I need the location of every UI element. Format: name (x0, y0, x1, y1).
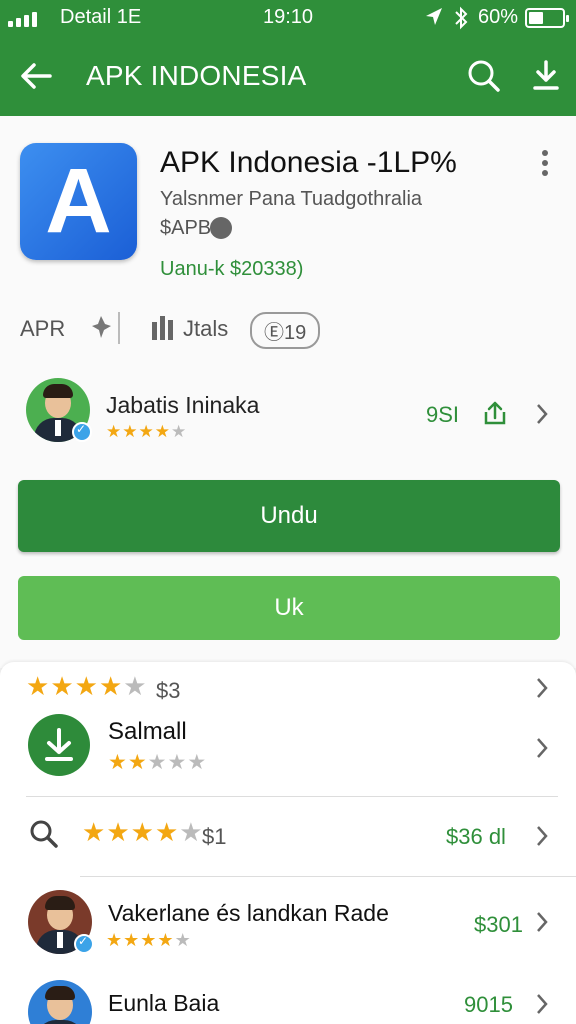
developer-row[interactable]: Jabatis Ininaka ★★★★★ 9SI (0, 370, 576, 450)
signal-icon (8, 12, 37, 27)
back-arrow-icon[interactable] (14, 54, 58, 98)
developer-row-name: Jabatis Ininaka (106, 392, 260, 418)
star-filled-icon: ★ (130, 818, 155, 848)
list-item[interactable]: Eunla Baia 9015 (0, 976, 576, 1024)
star-empty-icon: ★ (174, 930, 192, 951)
list-item-value: 9015 (464, 992, 513, 1017)
star-empty-icon: ★ (179, 818, 204, 848)
rating-stars: ★★★★★ (106, 422, 187, 442)
star-empty-icon: ★ (123, 672, 148, 702)
star-filled-icon: ★ (154, 818, 180, 848)
avatar (28, 980, 92, 1024)
rating-stars: ★★★★★ (108, 750, 207, 774)
star-filled-icon: ★ (26, 672, 51, 702)
carrier-label: Detail 1E (60, 6, 142, 28)
rating-price: $3 (156, 678, 181, 703)
star-empty-icon: ★ (167, 750, 188, 774)
search-icon[interactable] (462, 54, 506, 98)
details-sheet: ★★★★★ $3 Salmall ★★★★★ ★★★★★ $1 $36 dl V… (0, 662, 576, 1024)
verified-badge-icon (74, 934, 94, 954)
clock: 19:10 (263, 6, 314, 28)
star-filled-icon: ★ (122, 422, 139, 442)
chevron-right-icon[interactable] (534, 824, 550, 848)
star-filled-icon: ★ (106, 422, 123, 442)
star-filled-icon: ★ (98, 672, 124, 702)
stats-label: Jtals (183, 316, 229, 341)
small-row-title: Salmall (108, 718, 187, 745)
chevron-right-icon[interactable] (534, 402, 550, 426)
location-arrow-icon (426, 8, 442, 25)
search-row-value: $36 dl (446, 824, 506, 849)
battery-icon (525, 8, 569, 28)
star-filled-icon: ★ (74, 672, 99, 702)
search-icon (30, 820, 58, 848)
globe-icon (210, 217, 232, 239)
list-item-name: Eunla Baia (108, 990, 220, 1016)
star-empty-icon: ★ (147, 750, 168, 774)
meta-badge: Ⓔ19 (250, 312, 321, 349)
chevron-right-icon[interactable] (534, 676, 550, 700)
rating-row[interactable]: ★★★★★ $3 (0, 662, 576, 714)
list-item-value: $301 (474, 912, 523, 937)
star-empty-icon: ★ (171, 422, 188, 442)
divider (26, 796, 558, 797)
star-filled-icon: ★ (154, 422, 171, 442)
app-bar: Detail 1E 19:10 60% APK INDONESIA (0, 0, 576, 116)
developer-name[interactable]: Yalsnmer Pana Tuadgothralia (160, 188, 422, 211)
rating-stars: ★★★★★ (26, 672, 148, 702)
list-item[interactable]: Vakerlane és landkan Rade ★★★★★ $301 (0, 888, 576, 960)
search-rating-row[interactable]: ★★★★★ $1 $36 dl (0, 808, 576, 864)
star-empty-icon: ★ (187, 750, 208, 774)
star-filled-icon: ★ (108, 750, 128, 774)
star-filled-icon: ★ (123, 930, 141, 951)
developer-row-count: 9SI (426, 402, 460, 427)
chevron-right-icon[interactable] (534, 910, 550, 934)
chevron-right-icon[interactable] (534, 736, 550, 760)
star-filled-icon: ★ (106, 818, 131, 848)
rating-stars: ★★★★★ (106, 930, 192, 951)
star-filled-icon: ★ (157, 930, 175, 951)
meta-divider (118, 312, 120, 344)
app-logo-icon: A (20, 143, 137, 260)
app-name: APK Indonesia -1LP% (160, 146, 457, 179)
verified-badge-icon (72, 422, 92, 442)
bluetooth-icon (455, 6, 468, 30)
secondary-button[interactable]: Uk (18, 576, 560, 640)
chevron-right-icon[interactable] (534, 992, 550, 1016)
star-filled-icon: ★ (140, 930, 158, 951)
stats-icon (152, 316, 173, 340)
app-price: $APB (160, 217, 212, 239)
star-filled-icon: ★ (106, 930, 124, 951)
divider (80, 876, 576, 877)
star-filled-icon: ★ (127, 750, 148, 774)
more-options-icon[interactable] (530, 146, 560, 180)
list-item-name: Vakerlane és landkan Rade (108, 900, 389, 926)
rating-stars: ★★★★★ (82, 818, 204, 848)
star-filled-icon: ★ (138, 422, 155, 442)
primary-download-button[interactable]: Undu (18, 480, 560, 552)
share-icon[interactable] (480, 398, 510, 428)
battery-percent: 60% (478, 6, 519, 28)
small-row[interactable]: Salmall ★★★★★ (0, 712, 576, 792)
download-circle-icon (28, 714, 90, 776)
search-row-price: $1 (202, 824, 227, 849)
download-icon[interactable] (524, 54, 568, 98)
pin-icon (92, 316, 111, 338)
status-bar: Detail 1E 19:10 60% (0, 0, 576, 36)
download-size: Uanu-k $20338) (160, 258, 304, 280)
category-label: APR (20, 316, 66, 341)
star-filled-icon: ★ (50, 672, 75, 702)
star-filled-icon: ★ (82, 818, 107, 848)
toolbar-title: APK INDONESIA (86, 60, 307, 91)
